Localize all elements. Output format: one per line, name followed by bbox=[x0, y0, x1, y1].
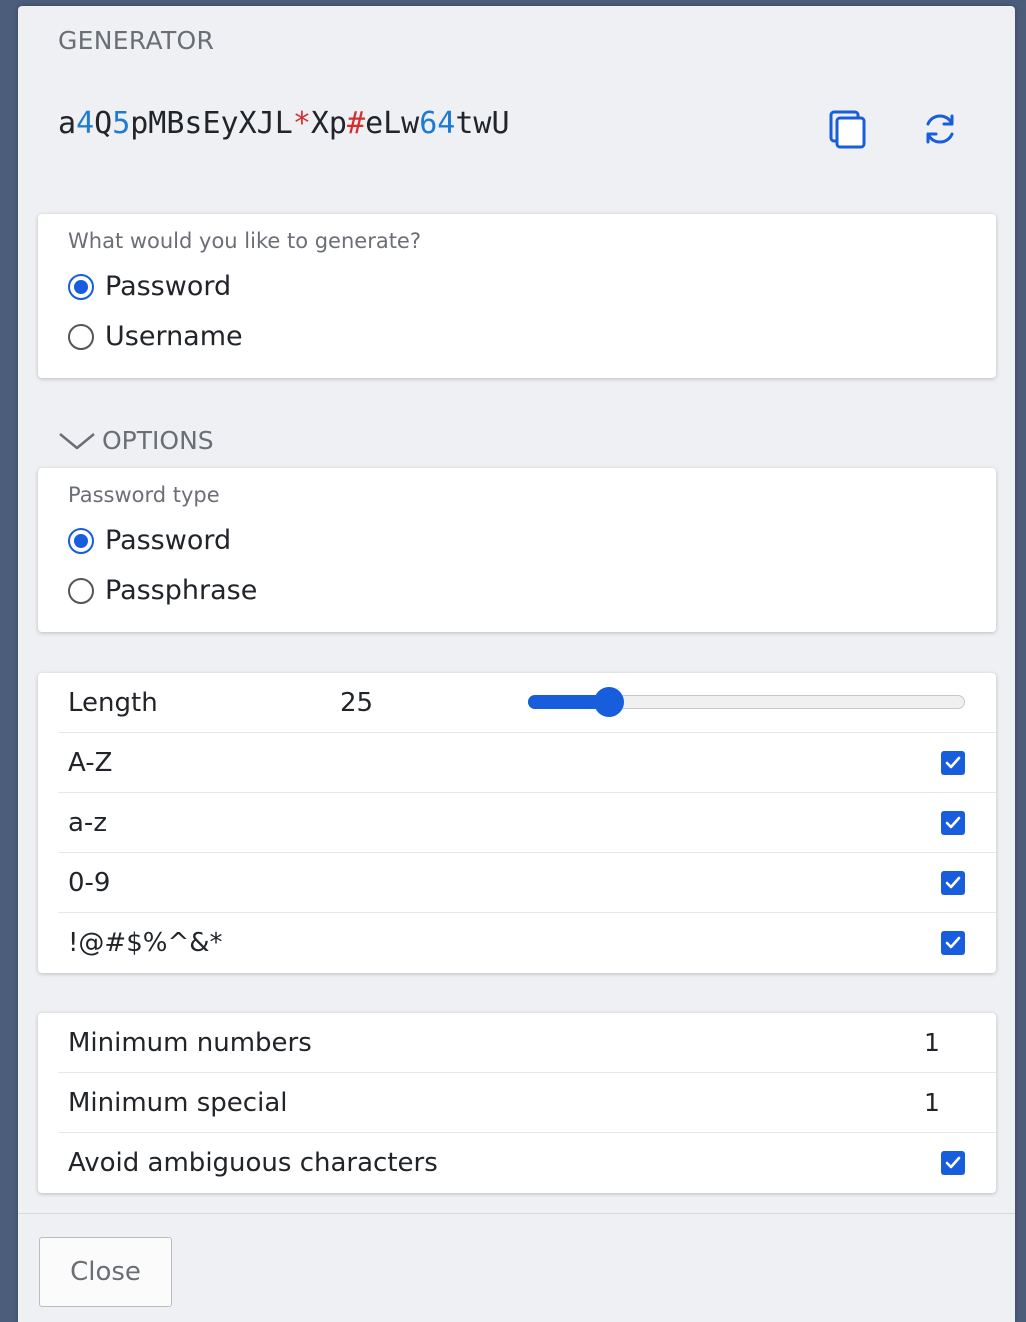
generated-password[interactable]: a4Q5pMBsEyXJL*Xp#eLw64twU bbox=[58, 106, 510, 141]
charset-uppercase-checkbox[interactable] bbox=[941, 750, 965, 775]
charset-special-label: !@#$%^&* bbox=[68, 928, 223, 958]
checkmark-icon bbox=[945, 1156, 961, 1169]
length-value[interactable]: 25 bbox=[340, 688, 373, 718]
min-special-input[interactable]: 1 bbox=[912, 1088, 952, 1117]
pwtype-option-password[interactable]: Password bbox=[68, 525, 231, 556]
type-option-password-label: Password bbox=[105, 271, 232, 302]
charset-uppercase-label: A-Z bbox=[68, 747, 113, 778]
generate-type-card: What would you like to generate? Passwor… bbox=[38, 214, 996, 378]
min-numbers-input[interactable]: 1 bbox=[912, 1028, 952, 1057]
copy-icon bbox=[829, 110, 866, 149]
password-segment-letter: a bbox=[58, 106, 77, 141]
password-segment-special: * bbox=[292, 106, 311, 141]
checkmark-icon bbox=[945, 756, 961, 768]
checkmark-icon bbox=[945, 816, 961, 828]
password-segment-special: # bbox=[347, 106, 366, 141]
avoid-ambiguous-row: Avoid ambiguous characters bbox=[58, 1133, 996, 1193]
min-special-label: Minimum special bbox=[68, 1087, 288, 1118]
radio-unchecked-icon[interactable] bbox=[68, 323, 94, 350]
avoid-ambiguous-checkbox[interactable] bbox=[941, 1151, 965, 1175]
password-options-card: Length 25 A-Z a-z 0-9 !@#$%^&* bbox=[38, 673, 996, 973]
length-slider[interactable] bbox=[528, 687, 965, 717]
copy-password-button[interactable] bbox=[823, 104, 873, 154]
charset-special-checkbox[interactable] bbox=[941, 931, 965, 955]
password-segment-number: 4 bbox=[76, 106, 95, 141]
generator-title: GENERATOR bbox=[58, 26, 215, 55]
regenerate-password-button[interactable] bbox=[915, 104, 965, 154]
password-segment-letter: Q bbox=[94, 106, 113, 141]
charset-numbers-checkbox[interactable] bbox=[941, 870, 965, 895]
checkmark-icon bbox=[945, 876, 961, 888]
password-generator-dialog: GENERATOR a4Q5pMBsEyXJL*Xp#eLw64twU What… bbox=[18, 6, 1015, 1322]
length-label: Length bbox=[68, 687, 158, 718]
min-special-row: Minimum special 1 bbox=[58, 1073, 996, 1133]
chevron-down-icon bbox=[59, 432, 95, 449]
options-toggle-label: OPTIONS bbox=[102, 426, 214, 455]
password-segment-letter: Xp bbox=[310, 106, 347, 141]
min-numbers-label: Minimum numbers bbox=[68, 1027, 312, 1058]
password-type-card: Password type Password Passphrase bbox=[38, 468, 996, 632]
charset-row-lowercase: a-z bbox=[58, 793, 996, 853]
footer-divider bbox=[18, 1213, 1015, 1214]
password-type-label: Password type bbox=[68, 483, 220, 507]
password-extra-options-card: Minimum numbers 1 Minimum special 1 Avoi… bbox=[38, 1013, 996, 1193]
checkmark-icon bbox=[945, 936, 961, 949]
charset-numbers-label: 0-9 bbox=[68, 867, 111, 898]
options-toggle[interactable]: OPTIONS bbox=[58, 426, 214, 455]
close-button[interactable]: Close bbox=[39, 1237, 172, 1307]
min-numbers-row: Minimum numbers 1 bbox=[58, 1013, 996, 1073]
charset-row-uppercase: A-Z bbox=[58, 733, 996, 793]
password-segment-letter: pMBsEyXJL bbox=[130, 106, 293, 141]
slider-thumb[interactable] bbox=[593, 687, 624, 717]
charset-row-special: !@#$%^&* bbox=[58, 913, 996, 973]
length-row: Length 25 bbox=[58, 673, 996, 733]
pwtype-option-passphrase[interactable]: Passphrase bbox=[68, 575, 257, 606]
generate-type-label: What would you like to generate? bbox=[68, 229, 422, 253]
pwtype-option-password-label: Password bbox=[105, 525, 232, 556]
pwtype-option-passphrase-label: Passphrase bbox=[105, 575, 258, 606]
type-option-password[interactable]: Password bbox=[68, 271, 231, 302]
password-segment-number: 64 bbox=[419, 106, 456, 141]
radio-unchecked-icon[interactable] bbox=[68, 577, 94, 604]
password-segment-number: 5 bbox=[112, 106, 131, 141]
password-segment-letter: twU bbox=[455, 106, 510, 141]
avoid-ambiguous-label: Avoid ambiguous characters bbox=[68, 1148, 438, 1178]
radio-checked-icon[interactable] bbox=[68, 273, 94, 300]
type-option-username-label: Username bbox=[105, 321, 243, 352]
type-option-username[interactable]: Username bbox=[68, 321, 243, 352]
charset-row-numbers: 0-9 bbox=[58, 853, 996, 913]
password-segment-letter: eLw bbox=[365, 106, 420, 141]
charset-lowercase-checkbox[interactable] bbox=[941, 810, 965, 835]
refresh-icon bbox=[926, 114, 954, 144]
charset-lowercase-label: a-z bbox=[68, 807, 107, 838]
radio-checked-icon[interactable] bbox=[68, 527, 94, 554]
